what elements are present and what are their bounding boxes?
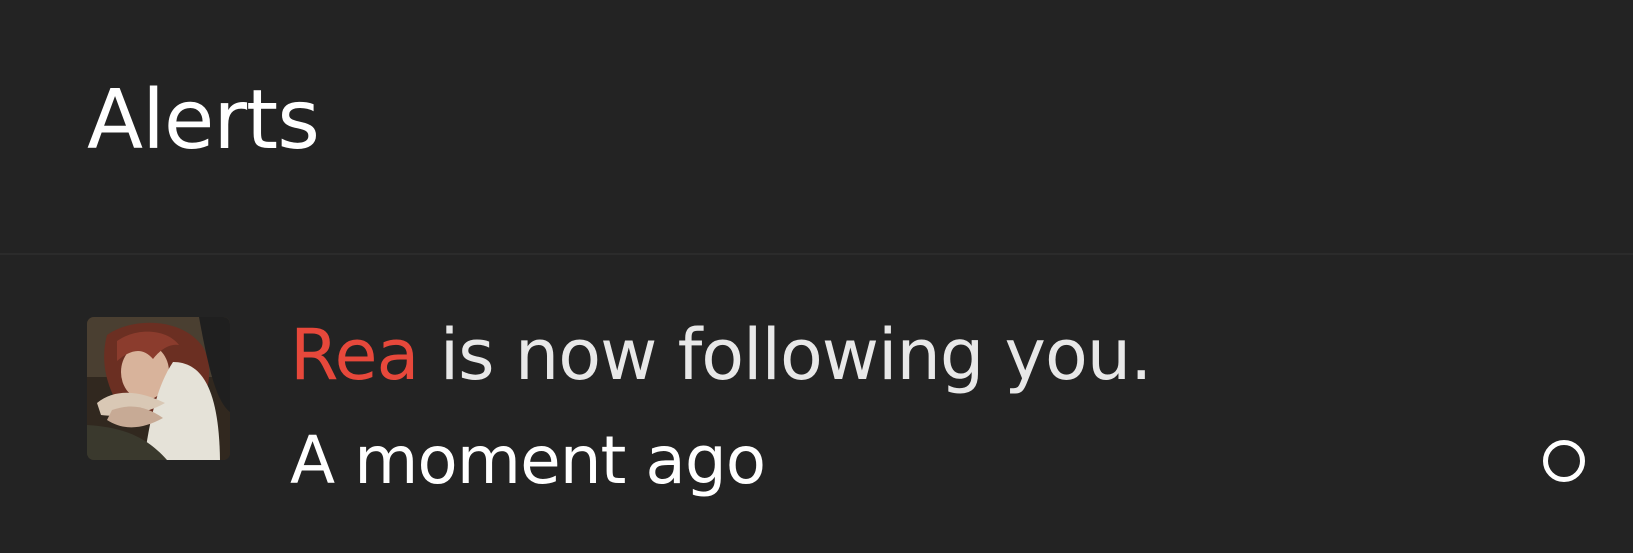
page-title: Alerts xyxy=(87,73,320,168)
alert-message: Rea is now following you. xyxy=(290,314,1153,396)
alert-timestamp: A moment ago xyxy=(290,422,766,499)
avatar-image xyxy=(87,317,230,460)
username-link[interactable]: Rea xyxy=(290,314,419,396)
alert-item[interactable]: Rea is now following you. A moment ago xyxy=(0,255,1633,553)
avatar[interactable] xyxy=(87,317,230,460)
circle-outline-icon[interactable] xyxy=(1543,440,1585,482)
alert-message-text: is now following you. xyxy=(418,314,1153,396)
alerts-header: Alerts xyxy=(0,0,1633,255)
alerts-panel: Alerts Rea is now following you. A momen… xyxy=(0,0,1633,553)
